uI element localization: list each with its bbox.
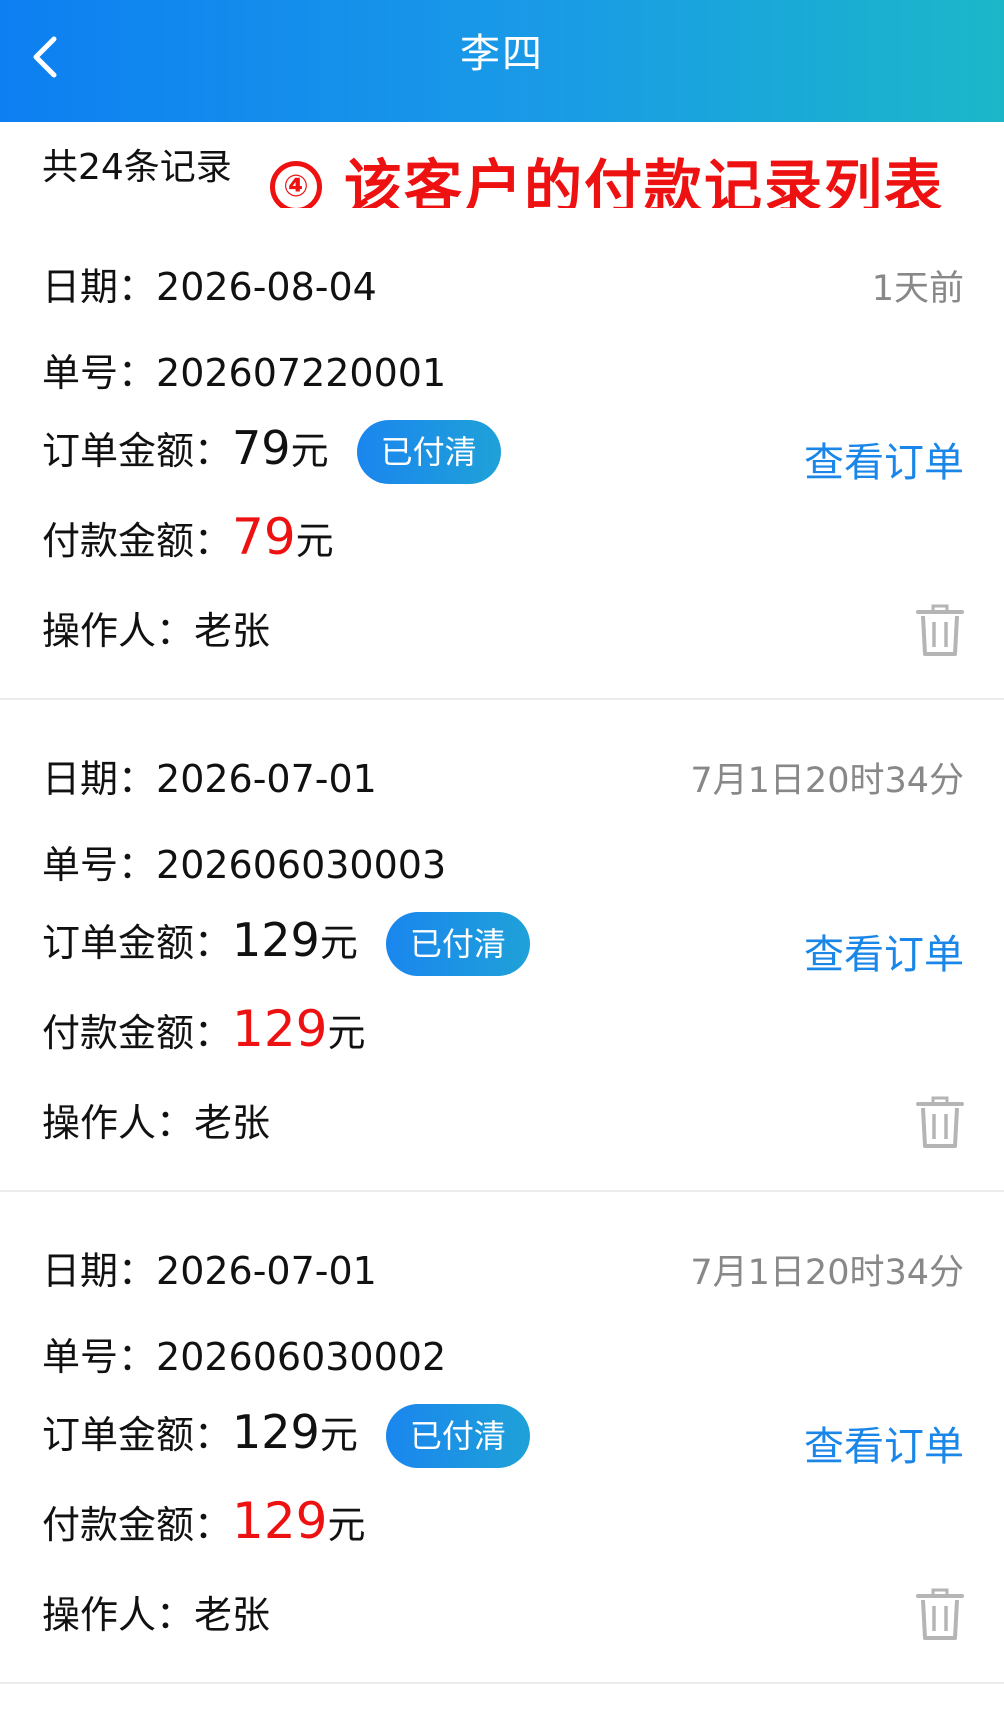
- order-amount-row: 订单金额： 129 元 已付清: [42, 1404, 530, 1468]
- order-no-value: 202606030002: [156, 1335, 447, 1379]
- order-no-row: 单号： 202606030003: [42, 834, 446, 889]
- order-amount-row: 订单金额： 79 元 已付清: [42, 420, 501, 484]
- order-amount-value: 129: [232, 1405, 320, 1459]
- date-value: 2026-07-01: [156, 757, 377, 801]
- date-row: 日期： 2026-07-01: [42, 748, 377, 803]
- order-no-row: 单号： 202606030002: [42, 1326, 446, 1381]
- order-amount-unit: 元: [319, 1413, 358, 1457]
- annotation-number: ④: [270, 161, 322, 213]
- trash-icon: [916, 1588, 964, 1640]
- operator-label: 操作人：: [42, 1593, 195, 1637]
- view-order-link[interactable]: 查看订单: [804, 430, 964, 488]
- record-count: 共24条记录: [42, 147, 232, 188]
- app-header: 李四: [0, 0, 1004, 122]
- order-no-label: 单号：: [42, 1335, 157, 1379]
- time-ago: 7月1日20时34分: [690, 1253, 964, 1293]
- view-order-link[interactable]: 查看订单: [804, 922, 964, 980]
- operator-row: 操作人： 老张: [42, 1584, 270, 1639]
- page-title: 李四: [460, 31, 544, 77]
- order-amount-value: 129: [232, 913, 320, 967]
- trash-icon: [916, 604, 964, 656]
- payment-record: 日期： 2026-07-01 7月1日20时34分 单号： 2026060300…: [0, 1192, 1004, 1684]
- payment-amount-label: 付款金额：: [42, 519, 233, 563]
- payment-amount-unit: 元: [295, 519, 334, 563]
- date-row: 日期： 2026-08-04: [42, 256, 377, 311]
- delete-button[interactable]: [916, 1588, 964, 1642]
- payment-amount-value: 129: [232, 1492, 328, 1550]
- payment-amount-value: 129: [232, 1000, 328, 1058]
- order-no-label: 单号：: [42, 351, 157, 395]
- delete-button[interactable]: [916, 604, 964, 658]
- payment-amount-label: 付款金额：: [42, 1503, 233, 1547]
- status-badge: 已付清: [356, 420, 501, 484]
- payment-amount-row: 付款金额： 79 元: [42, 508, 334, 566]
- payment-record: 日期： 2026-08-04 1天前 单号： 202607220001 订单金额…: [0, 208, 1004, 700]
- order-no-value: 202606030003: [156, 843, 447, 887]
- order-no-value: 202607220001: [156, 351, 447, 395]
- order-amount-label: 订单金额：: [42, 1413, 233, 1457]
- date-label: 日期：: [42, 265, 157, 309]
- status-badge: 已付清: [385, 912, 530, 976]
- payment-amount-unit: 元: [327, 1011, 366, 1055]
- time-ago: 1天前: [871, 269, 964, 309]
- date-label: 日期：: [42, 757, 157, 801]
- operator-value: 老张: [194, 609, 271, 653]
- order-amount-label: 订单金额：: [42, 429, 233, 473]
- delete-button[interactable]: [916, 1096, 964, 1150]
- payment-amount-value: 79: [232, 508, 296, 566]
- order-amount-label: 订单金额：: [42, 921, 233, 965]
- operator-value: 老张: [194, 1593, 271, 1637]
- order-no-label: 单号：: [42, 843, 157, 887]
- order-amount-unit: 元: [319, 921, 358, 965]
- operator-row: 操作人： 老张: [42, 1092, 270, 1147]
- date-label: 日期：: [42, 1249, 157, 1293]
- date-value: 2026-07-01: [156, 1249, 377, 1293]
- operator-row: 操作人： 老张: [42, 600, 270, 655]
- view-order-link[interactable]: 查看订单: [804, 1414, 964, 1472]
- order-amount-unit: 元: [290, 429, 329, 473]
- order-no-row: 单号： 202607220001: [42, 342, 446, 397]
- trash-icon: [916, 1096, 964, 1148]
- operator-label: 操作人：: [42, 1101, 195, 1145]
- order-amount-row: 订单金额： 129 元 已付清: [42, 912, 530, 976]
- operator-value: 老张: [194, 1101, 271, 1145]
- order-amount-value: 79: [232, 421, 291, 475]
- status-badge: 已付清: [385, 1404, 530, 1468]
- operator-label: 操作人：: [42, 609, 195, 653]
- date-value: 2026-08-04: [156, 265, 377, 309]
- payment-amount-row: 付款金额： 129 元: [42, 1000, 365, 1058]
- payment-record: 日期： 2026-07-01 7月1日20时34分 单号： 2026060300…: [0, 700, 1004, 1192]
- payment-amount-unit: 元: [327, 1503, 366, 1547]
- payment-records-screen: 李四 共24条记录 ④ 该客户的付款记录列表 日期： 2026-08-04 1天…: [0, 0, 1004, 1718]
- payment-amount-row: 付款金额： 129 元: [42, 1492, 365, 1550]
- time-ago: 7月1日20时34分: [690, 761, 964, 801]
- payment-amount-label: 付款金额：: [42, 1011, 233, 1055]
- date-row: 日期： 2026-07-01: [42, 1240, 377, 1295]
